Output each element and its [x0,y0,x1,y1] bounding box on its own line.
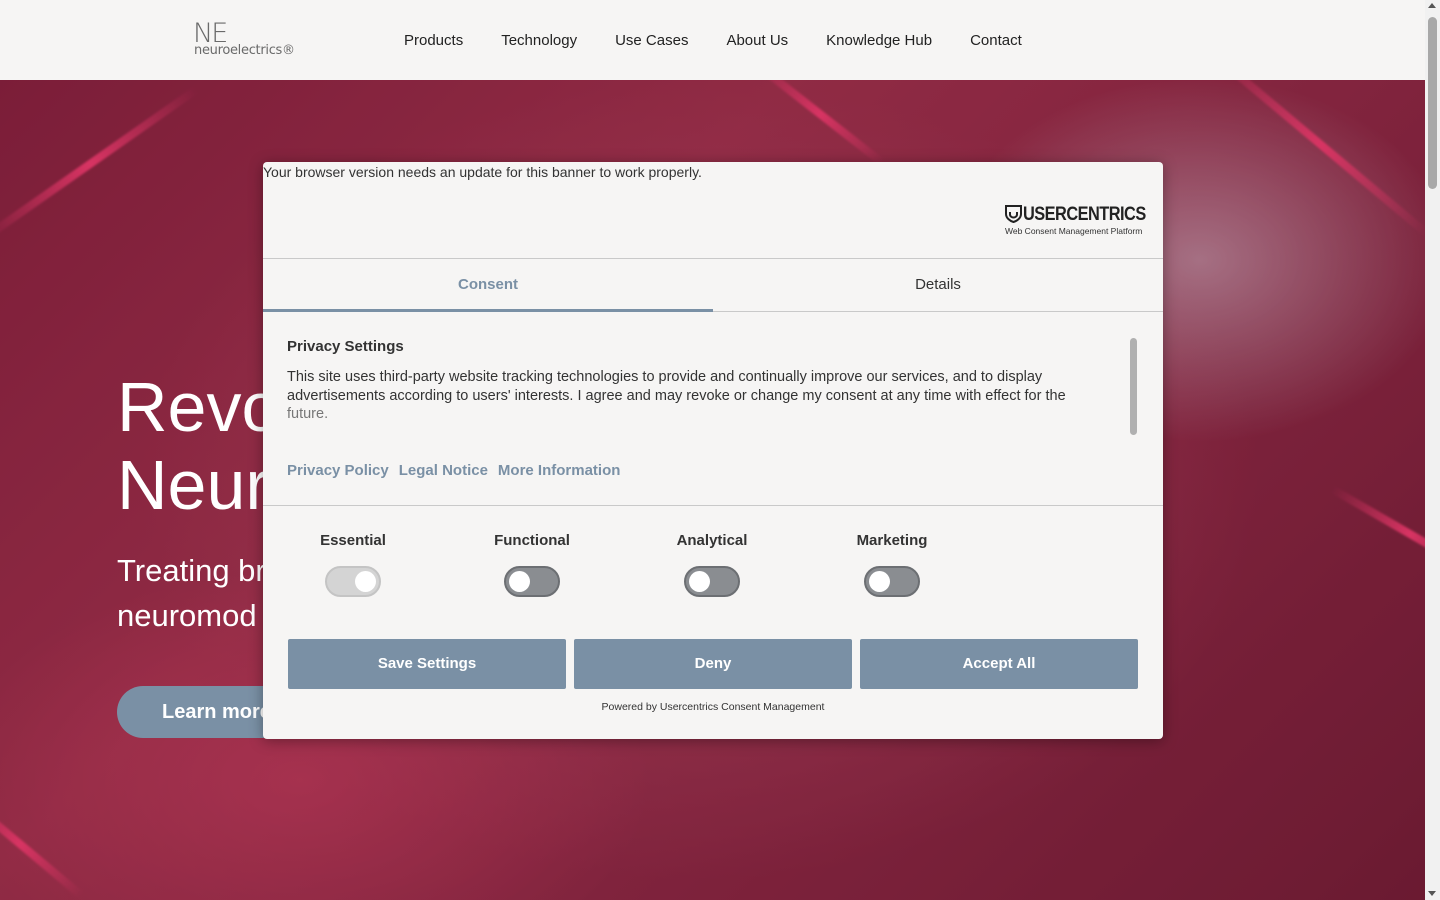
privacy-description-text: This site uses third-party website track… [287,369,1066,404]
legal-notice-link[interactable]: Legal Notice [399,462,488,479]
consent-dialog: Your browser version needs an update for… [263,162,1163,739]
nav-about-us[interactable]: About Us [726,30,788,52]
scroll-up-arrow-icon[interactable] [1428,3,1436,8]
toggle-knob [689,571,710,592]
toggle-knob [869,571,890,592]
nav-technology[interactable]: Technology [501,30,577,52]
category-analytical: Analytical [652,532,772,597]
toggle-knob [355,571,376,592]
more-information-link[interactable]: More Information [498,462,621,479]
accept-all-button[interactable]: Accept All [860,639,1138,689]
usercentrics-tagline: Web Consent Management Platform [1005,226,1143,236]
shield-icon [1005,205,1022,223]
category-essential: Essential [293,532,413,597]
scrollbar-thumb[interactable] [1428,17,1437,189]
toggle-knob [509,571,530,592]
analytical-toggle[interactable] [684,566,740,597]
nav-knowledge-hub[interactable]: Knowledge Hub [826,30,932,52]
hero-subtitle-line-1: Treating br [117,553,266,588]
logo-text: neuroelectrics® [194,43,295,58]
category-label: Analytical [676,532,748,549]
content-scrollbar-thumb[interactable] [1130,338,1137,435]
hero-subtitle-line-2: neuromod [117,598,257,633]
usercentrics-logo: USERCENTRICS Web Consent Management Plat… [1005,204,1146,236]
category-label: Marketing [856,532,928,549]
category-label: Functional [494,532,570,549]
privacy-policy-link[interactable]: Privacy Policy [287,462,389,479]
save-settings-button[interactable]: Save Settings [288,639,566,689]
page-scrollbar[interactable] [1425,0,1440,900]
category-marketing: Marketing [832,532,952,597]
nav-products[interactable]: Products [404,30,463,52]
essential-toggle [325,566,381,597]
tab-consent[interactable]: Consent [263,259,713,312]
privacy-content: Privacy Settings This site uses third-pa… [287,338,1107,424]
nav-use-cases[interactable]: Use Cases [615,30,688,52]
deny-button[interactable]: Deny [574,639,852,689]
neuroelectrics-logo[interactable]: NE neuroelectrics® [193,20,295,60]
consent-links: Privacy Policy Legal Notice More Informa… [287,462,620,479]
hero-subtitle: Treating br neuromod [117,548,266,638]
functional-toggle[interactable] [504,566,560,597]
hero-title-line-2: Neur [117,446,269,524]
tab-details[interactable]: Details [713,259,1163,312]
category-label: Essential [320,532,386,549]
browser-update-warning: Your browser version needs an update for… [263,164,702,180]
site-header: NE neuroelectrics® Products Technology U… [0,0,1425,80]
privacy-settings-heading: Privacy Settings [287,338,404,355]
category-functional: Functional [472,532,592,597]
divider [263,505,1163,506]
scroll-down-arrow-icon[interactable] [1428,891,1436,896]
privacy-description-fade: future. [287,406,329,422]
nav-contact[interactable]: Contact [970,30,1022,52]
powered-by-text: Powered by Usercentrics Consent Manageme… [601,701,825,713]
privacy-description: This site uses third-party website track… [287,368,1107,424]
marketing-toggle[interactable] [864,566,920,597]
hero-title-line-1: Revo [117,368,281,446]
main-nav: Products Technology Use Cases About Us K… [404,30,1060,52]
hero-title: Revo Neur [117,368,280,524]
usercentrics-brand: USERCENTRICS [1023,204,1146,225]
